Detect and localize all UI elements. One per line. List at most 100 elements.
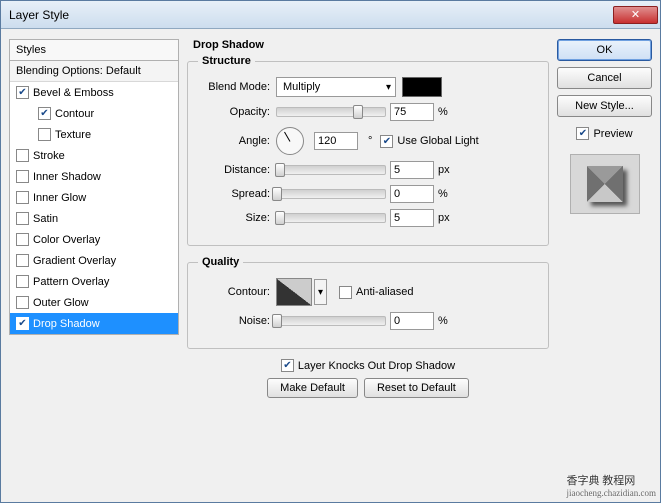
styles-list: Blending Options: Default Bevel & Emboss… — [9, 61, 179, 335]
shadow-color-swatch[interactable] — [402, 77, 442, 97]
style-row-gradient-overlay[interactable]: Gradient Overlay — [10, 250, 178, 271]
size-slider[interactable] — [276, 213, 386, 223]
knocks-out-label: Layer Knocks Out Drop Shadow — [298, 360, 455, 372]
spread-label: Spread: — [198, 188, 270, 200]
noise-input[interactable] — [390, 312, 434, 330]
style-label: Texture — [55, 129, 91, 141]
checkbox-icon — [16, 170, 29, 183]
distance-label: Distance: — [198, 164, 270, 176]
use-global-light-checkbox[interactable]: Use Global Light — [380, 135, 478, 148]
style-label: Drop Shadow — [33, 318, 100, 330]
preview-label: Preview — [593, 128, 632, 140]
style-row-drop-shadow[interactable]: Drop Shadow — [10, 313, 178, 334]
style-row-texture[interactable]: Texture — [10, 124, 178, 145]
checkbox-icon — [16, 86, 29, 99]
style-label: Color Overlay — [33, 234, 100, 246]
blend-mode-label: Blend Mode: — [198, 81, 270, 93]
blend-mode-value: Multiply — [283, 81, 320, 93]
style-row-contour[interactable]: Contour — [10, 103, 178, 124]
preview-thumbnail — [570, 154, 640, 214]
style-row-satin[interactable]: Satin — [10, 208, 178, 229]
style-label: Outer Glow — [33, 297, 89, 309]
use-global-light-label: Use Global Light — [397, 135, 478, 147]
anti-aliased-label: Anti-aliased — [356, 286, 413, 298]
checkbox-icon — [576, 127, 589, 140]
angle-unit: ° — [368, 135, 372, 147]
noise-slider[interactable] — [276, 316, 386, 326]
spread-input[interactable] — [390, 185, 434, 203]
style-label: Inner Glow — [33, 192, 86, 204]
ok-button[interactable]: OK — [557, 39, 652, 61]
opacity-unit: % — [438, 106, 458, 118]
noise-unit: % — [438, 315, 458, 327]
checkbox-icon — [339, 286, 352, 299]
panel-title: Drop Shadow — [193, 39, 549, 51]
style-label: Bevel & Emboss — [33, 87, 114, 99]
style-row-pattern-overlay[interactable]: Pattern Overlay — [10, 271, 178, 292]
size-input[interactable] — [390, 209, 434, 227]
distance-unit: px — [438, 164, 458, 176]
quality-legend: Quality — [198, 256, 243, 268]
checkbox-icon — [380, 135, 393, 148]
angle-label: Angle: — [198, 135, 270, 147]
styles-header[interactable]: Styles — [9, 39, 179, 61]
anti-aliased-checkbox[interactable]: Anti-aliased — [339, 286, 413, 299]
window-title: Layer Style — [9, 8, 613, 22]
style-row-inner-shadow[interactable]: Inner Shadow — [10, 166, 178, 187]
checkbox-icon — [16, 296, 29, 309]
opacity-input[interactable] — [390, 103, 434, 121]
style-row-color-overlay[interactable]: Color Overlay — [10, 229, 178, 250]
style-row-stroke[interactable]: Stroke — [10, 145, 178, 166]
checkbox-icon — [38, 128, 51, 141]
checkbox-icon — [16, 317, 29, 330]
layer-style-dialog: Layer Style ✕ Styles Blending Options: D… — [0, 0, 661, 503]
checkbox-icon — [16, 149, 29, 162]
style-label: Pattern Overlay — [33, 276, 109, 288]
reset-default-button[interactable]: Reset to Default — [364, 378, 469, 398]
structure-legend: Structure — [198, 55, 255, 67]
titlebar[interactable]: Layer Style ✕ — [1, 1, 660, 29]
opacity-slider[interactable] — [276, 107, 386, 117]
style-row-outer-glow[interactable]: Outer Glow — [10, 292, 178, 313]
style-row-inner-glow[interactable]: Inner Glow — [10, 187, 178, 208]
chevron-down-icon[interactable] — [314, 279, 327, 305]
size-label: Size: — [198, 212, 270, 224]
checkbox-icon — [16, 212, 29, 225]
angle-dial[interactable] — [276, 127, 304, 155]
action-column: OK Cancel New Style... Preview — [557, 39, 652, 494]
close-button[interactable]: ✕ — [613, 6, 658, 24]
structure-group: Structure Blend Mode: Multiply Opacity: … — [187, 55, 549, 246]
spread-slider[interactable] — [276, 189, 386, 199]
style-label: Inner Shadow — [33, 171, 101, 183]
watermark: 香字典 教程网 jiaocheng.chazidian.com — [567, 472, 656, 498]
checkbox-icon — [16, 275, 29, 288]
style-label: Contour — [55, 108, 94, 120]
checkbox-icon — [281, 359, 294, 372]
quality-group: Quality Contour: Anti-aliased Noise: % — [187, 256, 549, 349]
distance-input[interactable] — [390, 161, 434, 179]
size-unit: px — [438, 212, 458, 224]
checkbox-icon — [38, 107, 51, 120]
styles-column: Styles Blending Options: Default Bevel &… — [9, 39, 179, 494]
contour-picker[interactable] — [276, 278, 312, 306]
style-row-bevel-emboss[interactable]: Bevel & Emboss — [10, 82, 178, 103]
preview-checkbox[interactable]: Preview — [557, 127, 652, 140]
contour-label: Contour: — [198, 286, 270, 298]
cancel-button[interactable]: Cancel — [557, 67, 652, 89]
distance-slider[interactable] — [276, 165, 386, 175]
checkbox-icon — [16, 254, 29, 267]
spread-unit: % — [438, 188, 458, 200]
checkbox-icon — [16, 233, 29, 246]
style-label: Stroke — [33, 150, 65, 162]
new-style-button[interactable]: New Style... — [557, 95, 652, 117]
blend-mode-dropdown[interactable]: Multiply — [276, 77, 396, 97]
blending-options-row[interactable]: Blending Options: Default — [10, 61, 178, 82]
style-label: Satin — [33, 213, 58, 225]
knocks-out-checkbox[interactable]: Layer Knocks Out Drop Shadow — [281, 359, 455, 372]
angle-input[interactable] — [314, 132, 358, 150]
style-label: Gradient Overlay — [33, 255, 116, 267]
settings-column: Drop Shadow Structure Blend Mode: Multip… — [187, 39, 549, 494]
make-default-button[interactable]: Make Default — [267, 378, 358, 398]
opacity-label: Opacity: — [198, 106, 270, 118]
chevron-down-icon — [386, 81, 391, 93]
